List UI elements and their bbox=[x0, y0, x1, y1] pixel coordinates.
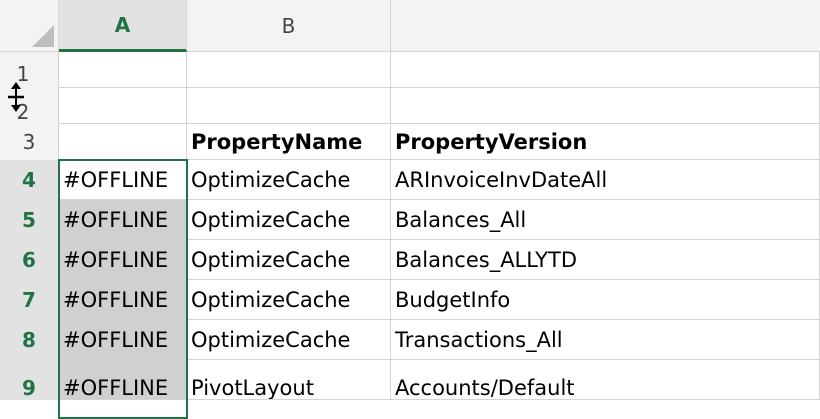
column-header-a[interactable]: A bbox=[59, 0, 187, 52]
cell-c6[interactable]: Balances_ALLYTD bbox=[391, 240, 820, 280]
column-header-b[interactable]: B bbox=[187, 0, 391, 52]
cell-a8[interactable]: #OFFLINE bbox=[59, 320, 187, 360]
cell-c1[interactable] bbox=[391, 52, 820, 88]
cell-c9[interactable]: Accounts/Default bbox=[391, 360, 820, 400]
cell-b9[interactable]: PivotLayout bbox=[187, 360, 391, 400]
row-header-5[interactable]: 5 bbox=[0, 200, 59, 240]
cell-a7[interactable]: #OFFLINE bbox=[59, 280, 187, 320]
cell-c8[interactable]: Transactions_All bbox=[391, 320, 820, 360]
cell-a3[interactable] bbox=[59, 124, 187, 160]
cell-b1[interactable] bbox=[187, 52, 391, 88]
row-header-6[interactable]: 6 bbox=[0, 240, 59, 280]
spreadsheet-grid: A B 1 2 3 PropertyName PropertyVersion 4… bbox=[0, 0, 820, 419]
select-all-corner[interactable] bbox=[0, 0, 59, 52]
row-resize-icon bbox=[6, 82, 26, 116]
cell-a4[interactable]: #OFFLINE bbox=[59, 160, 187, 200]
cell-b8[interactable]: OptimizeCache bbox=[187, 320, 391, 360]
select-all-triangle-icon bbox=[32, 25, 54, 47]
cell-c5[interactable]: Balances_All bbox=[391, 200, 820, 240]
cell-b6[interactable]: OptimizeCache bbox=[187, 240, 391, 280]
cell-b3[interactable]: PropertyName bbox=[187, 124, 391, 160]
cell-c3[interactable]: PropertyVersion bbox=[391, 124, 820, 160]
cell-a9[interactable]: #OFFLINE bbox=[59, 360, 187, 400]
row-header-8[interactable]: 8 bbox=[0, 320, 59, 360]
row-header-9[interactable]: 9 bbox=[0, 360, 59, 400]
cell-b7[interactable]: OptimizeCache bbox=[187, 280, 391, 320]
cell-a1[interactable] bbox=[59, 52, 187, 88]
cell-b4[interactable]: OptimizeCache bbox=[187, 160, 391, 200]
column-header-c[interactable] bbox=[391, 0, 820, 52]
cell-a5[interactable]: #OFFLINE bbox=[59, 200, 187, 240]
row-header-7[interactable]: 7 bbox=[0, 280, 59, 320]
cell-a6[interactable]: #OFFLINE bbox=[59, 240, 187, 280]
cell-b2[interactable] bbox=[187, 88, 391, 124]
row-header-4[interactable]: 4 bbox=[0, 160, 59, 200]
cell-a2[interactable] bbox=[59, 88, 187, 124]
cell-c2[interactable] bbox=[391, 88, 820, 124]
cell-c4[interactable]: ARInvoiceInvDateAll bbox=[391, 160, 820, 200]
cell-c7[interactable]: BudgetInfo bbox=[391, 280, 820, 320]
cell-b5[interactable]: OptimizeCache bbox=[187, 200, 391, 240]
row-header-3[interactable]: 3 bbox=[0, 124, 59, 160]
